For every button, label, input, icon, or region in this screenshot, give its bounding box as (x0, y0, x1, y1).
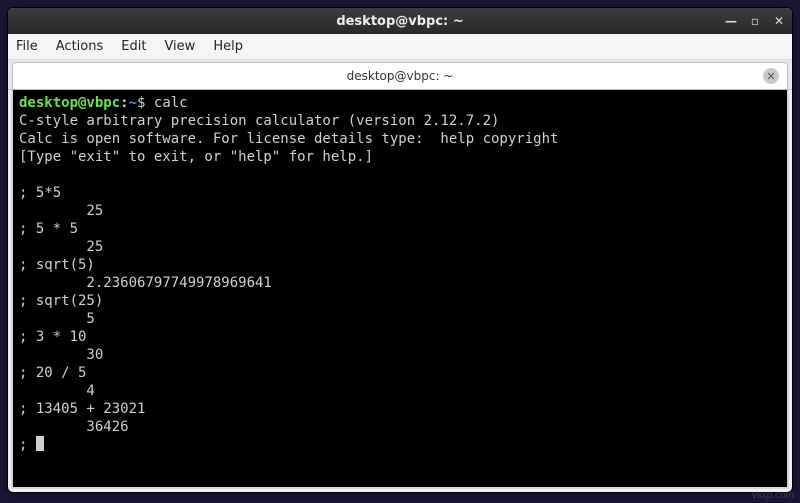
menu-actions[interactable]: Actions (56, 39, 104, 54)
menubar: File Actions Edit View Help (8, 34, 792, 60)
minimize-button[interactable]: — (724, 14, 738, 28)
terminal-window: desktop@vbpc: ~ — ▫ ✕ File Actions Edit … (7, 7, 793, 493)
window-controls: — ▫ ✕ (724, 8, 786, 34)
tabbar: desktop@vbpc: ~ ✕ (8, 60, 792, 90)
tab-close-icon[interactable]: ✕ (763, 68, 779, 84)
watermark: vsxp.com (752, 490, 794, 501)
menu-edit[interactable]: Edit (121, 39, 146, 54)
menu-help[interactable]: Help (213, 39, 243, 54)
tab-label: desktop@vbpc: ~ (347, 69, 454, 83)
menu-file[interactable]: File (16, 39, 38, 54)
close-button[interactable]: ✕ (772, 14, 786, 28)
titlebar[interactable]: desktop@vbpc: ~ — ▫ ✕ (8, 8, 792, 34)
window-title: desktop@vbpc: ~ (336, 14, 463, 29)
menu-view[interactable]: View (164, 39, 195, 54)
tab-active[interactable]: desktop@vbpc: ~ ✕ (12, 62, 788, 89)
terminal-output[interactable]: desktop@vbpc:~$ calc C-style arbitrary p… (11, 90, 789, 489)
maximize-button[interactable]: ▫ (748, 14, 762, 28)
